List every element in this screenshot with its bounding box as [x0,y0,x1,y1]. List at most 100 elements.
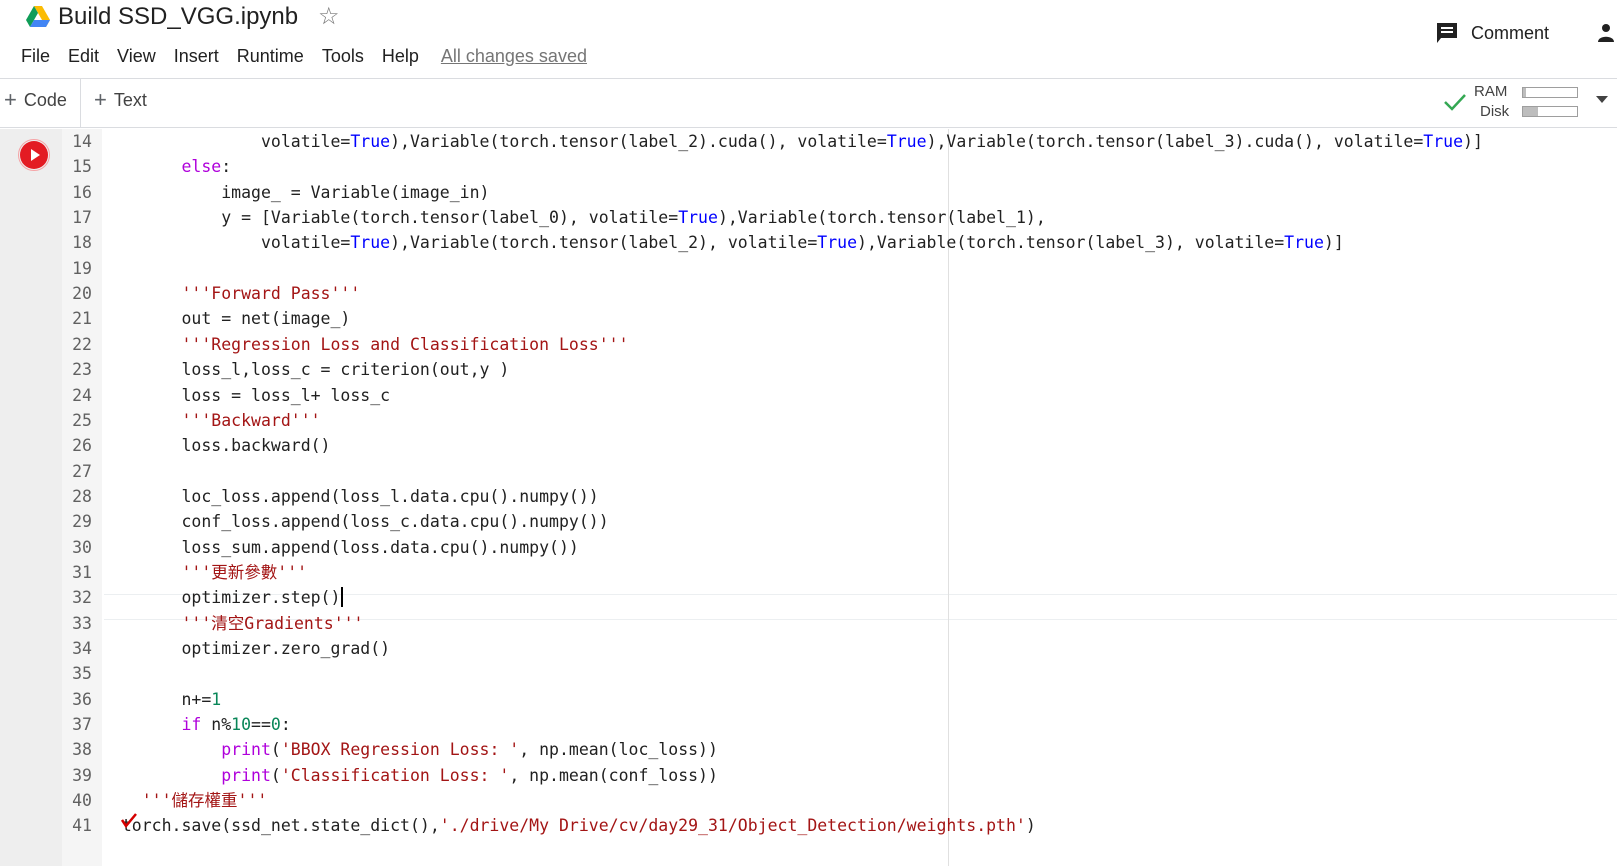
code-line[interactable]: 31 '''更新參數''' [62,560,1617,586]
disk-label: Disk [1480,103,1510,120]
notebook-title[interactable]: Build SSD_VGG.ipynb [58,3,298,31]
comment-button[interactable]: Comment [1435,22,1549,44]
disk-usage-meter[interactable] [1522,106,1578,117]
menu-insert[interactable]: Insert [165,44,228,68]
code-line[interactable]: 36 n+=1 [62,687,1617,713]
code-line[interactable]: 21 out = net(image_) [62,306,1617,332]
code-line[interactable]: 29 conf_loss.append(loss_c.data.cpu().nu… [62,509,1617,535]
connected-check-icon[interactable] [1444,93,1466,111]
code-token: True [678,208,718,228]
plus-icon: + [94,87,107,112]
code-token: True [1284,233,1324,253]
line-number: 32 [72,588,92,608]
code-token: loss_sum.append(loss.data.cpu().numpy()) [181,537,579,557]
code-token: image_ = Variable(image_in) [221,182,490,202]
code-line[interactable]: 23 loss_l,loss_c = criterion(out,y ) [62,357,1617,383]
ram-label: RAM [1474,83,1508,100]
chevron-down-icon[interactable] [1596,96,1608,103]
code-line[interactable]: 26 loss.backward() [62,433,1617,459]
code-token: '''Regression Loss and Classification Lo… [181,334,629,354]
line-number: 17 [72,208,92,228]
code-line[interactable]: 18 volatile=True),Variable(torch.tensor(… [62,230,1617,256]
code-token: 'BBOX Regression Loss: ' [280,740,520,760]
code-line[interactable]: 15 else: [62,154,1617,180]
add-code-cell-button[interactable]: + Code [4,89,67,111]
line-number: 16 [72,182,92,202]
code-line[interactable]: 41 torch.save(ssd_net.state_dict(),'./dr… [62,813,1617,839]
code-line[interactable]: 39 print('Classification Loss: ', np.mea… [62,763,1617,789]
code-token: True [1423,132,1464,151]
code-token: '''儲存權重''' [141,791,268,811]
line-number: 26 [72,436,92,456]
google-drive-icon[interactable] [26,6,50,28]
line-number: 41 [72,816,92,836]
add-text-cell-button[interactable]: + Text [94,89,147,111]
menu-edit[interactable]: Edit [59,44,108,68]
menu-view[interactable]: View [108,44,165,68]
code-line[interactable]: 14 volatile=True),Variable(torch.tensor(… [62,129,1617,155]
code-line[interactable]: 40 '''儲存權重''' [62,788,1617,814]
check-mark-icon [121,813,137,828]
code-line[interactable]: 34 optimizer.zero_grad() [62,636,1617,662]
code-line[interactable]: 22 '''Regression Loss and Classification… [62,332,1617,358]
code-line[interactable]: 33 '''清空Gradients''' [62,611,1617,637]
code-line[interactable]: 37 if n%10==0: [62,712,1617,738]
ram-usage-meter[interactable] [1522,87,1578,98]
code-token: if [181,715,202,735]
code-token: ),Variable(torch.tensor(label_3).cuda(),… [926,132,1424,151]
star-icon[interactable]: ☆ [318,2,340,31]
code-line[interactable]: 19 [62,256,1617,282]
code-token: ),Variable(torch.tensor(label_2).cuda(),… [390,132,887,151]
code-token: loss_l,loss_c = criterion(out,y ) [181,360,510,380]
add-code-label: Code [23,89,67,110]
save-status-link[interactable]: All changes saved [432,44,596,68]
code-token: 1 [211,689,222,709]
line-number: 25 [72,410,92,430]
code-line[interactable]: 20 '''Forward Pass''' [62,281,1617,307]
line-number: 24 [72,385,92,405]
code-line[interactable]: 27 [62,459,1617,485]
code-line[interactable]: 17 y = [Variable(torch.tensor(label_0), … [62,205,1617,231]
code-token: True [886,132,927,151]
code-token: loc_loss.append(loss_l.data.cpu().numpy(… [181,486,599,506]
run-cell-button[interactable] [20,141,48,169]
code-token: 10 [231,715,252,735]
people-icon[interactable] [1598,22,1617,44]
code-token: print [221,765,271,785]
code-token: , np.mean(loc_loss)) [519,740,718,760]
code-line[interactable]: 16 image_ = Variable(image_in) [62,180,1617,206]
menu-help[interactable]: Help [373,44,428,68]
code-token: out = net(image_) [181,309,351,329]
code-line[interactable]: 30 loss_sum.append(loss.data.cpu().numpy… [62,535,1617,561]
code-line[interactable]: 28 loc_loss.append(loss_l.data.cpu().num… [62,484,1617,510]
menu-file[interactable]: File [12,44,59,68]
line-number: 39 [72,765,92,785]
code-line[interactable]: 24 loss = loss_l+ loss_c [62,383,1617,409]
menu-bar: File Edit View Insert Runtime Tools Help… [12,44,596,68]
code-line[interactable]: 38 print('BBOX Regression Loss: ', np.me… [62,737,1617,763]
code-line[interactable]: 35 [62,661,1617,687]
line-number: 18 [72,233,92,253]
line-number: 37 [72,715,92,735]
code-token: loss = loss_l+ loss_c [181,385,391,405]
comment-label: Comment [1471,22,1550,43]
menu-tools[interactable]: Tools [313,44,373,68]
menu-runtime[interactable]: Runtime [228,44,313,68]
code-line[interactable]: 32 optimizer.step() [62,585,1617,611]
line-number: 33 [72,613,92,633]
code-line[interactable]: 25 '''Backward''' [62,408,1617,434]
code-token: : [221,157,232,177]
code-token: ),Variable(torch.tensor(label_1), [717,208,1046,228]
